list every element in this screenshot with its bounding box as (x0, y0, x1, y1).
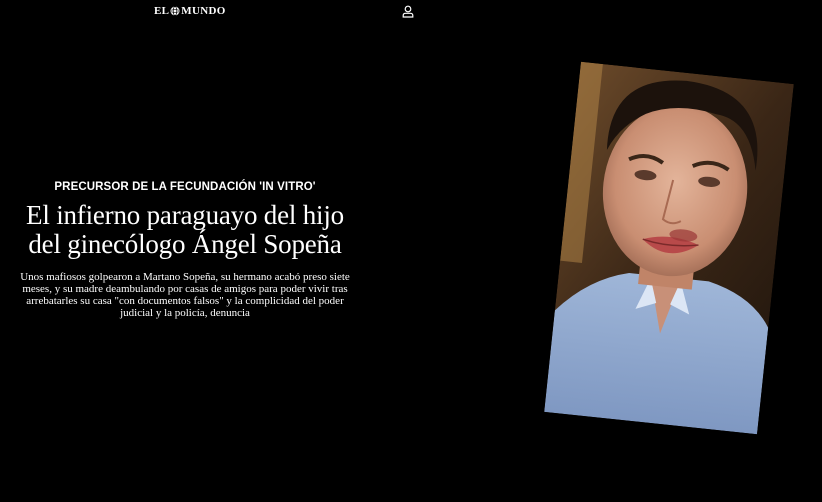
standfirst-line: arrebatarles su casa "con documentos fal… (26, 295, 344, 307)
article-kicker: PRECURSOR DE LA FECUNDACIÓN 'IN VITRO' (54, 181, 316, 193)
article-headline-block: PRECURSOR DE LA FECUNDACIÓN 'IN VITRO' E… (0, 180, 370, 319)
standfirst-line: meses, y su madre deambulando por casas … (22, 283, 348, 295)
user-account-button[interactable] (400, 3, 416, 19)
article-title-line: El infierno paraguayo del hijo (26, 200, 344, 230)
article-photo (544, 61, 794, 435)
site-logo[interactable]: EL MUNDO (154, 5, 226, 17)
logo-text-left: EL (154, 5, 170, 17)
user-icon (402, 5, 414, 18)
logo-text-right: MUNDO (181, 5, 226, 17)
article-title-line: del ginecólogo Ángel Sopeña (28, 229, 342, 259)
article-standfirst: Unos mafiosos golpearon a Martano Sopeña… (0, 271, 370, 319)
site-header: EL MUNDO (0, 0, 822, 24)
standfirst-line: judicial y la policía, denuncia (120, 307, 250, 319)
bruised-face-photo (544, 61, 794, 435)
article-title[interactable]: El infierno paraguayo del hijo del ginec… (0, 201, 370, 259)
globe-icon (170, 6, 180, 16)
standfirst-line: Unos mafiosos golpearon a Martano Sopeña… (20, 271, 350, 283)
